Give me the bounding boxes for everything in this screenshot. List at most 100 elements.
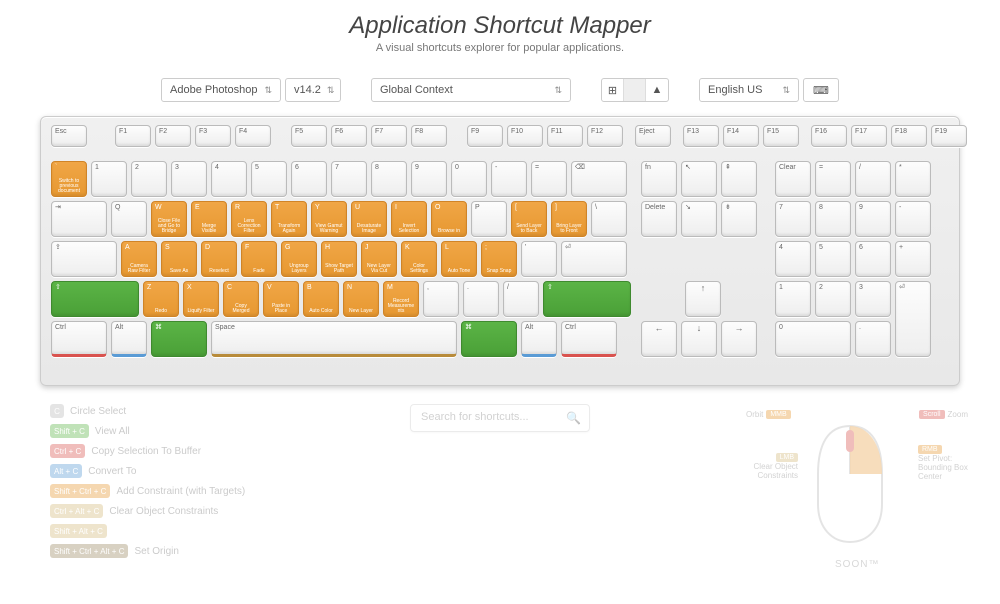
key-x[interactable]: XLiquify Filter	[183, 281, 219, 317]
os-linux[interactable]: ▲	[646, 79, 668, 101]
key-a[interactable]: ACamera Raw Filter	[121, 241, 157, 277]
key-f6[interactable]: F6	[331, 125, 367, 147]
key-f14[interactable]: F14	[723, 125, 759, 147]
key-num-1[interactable]: 1	[775, 281, 811, 317]
key-f9[interactable]: F9	[467, 125, 503, 147]
key-apostrophe[interactable]: '	[521, 241, 557, 277]
key-enter[interactable]: ⏎	[561, 241, 627, 277]
key-arrow-right[interactable]: →	[721, 321, 757, 357]
language-select[interactable]: English US ⇅	[699, 78, 799, 102]
key-num-clear[interactable]: Clear	[775, 161, 811, 197]
key-i[interactable]: IInvert Selection	[391, 201, 427, 237]
keyboard-layout-select[interactable]: ⌨	[803, 78, 839, 102]
key-r[interactable]: RLens Correction Filter	[231, 201, 267, 237]
key-f8[interactable]: F8	[411, 125, 447, 147]
key-period[interactable]: .	[463, 281, 499, 317]
key-8[interactable]: 8	[371, 161, 407, 197]
key-bracket-left[interactable]: [Send Layer to Back	[511, 201, 547, 237]
key-eject[interactable]: Eject	[635, 125, 671, 147]
key-v[interactable]: VPaste in Place	[263, 281, 299, 317]
key-arrow-down[interactable]: ↓	[681, 321, 717, 357]
key-t[interactable]: TTransform Again	[271, 201, 307, 237]
key-c[interactable]: CCopy Merged	[223, 281, 259, 317]
key-e[interactable]: EMerge Visible	[191, 201, 227, 237]
key-num-2[interactable]: 2	[815, 281, 851, 317]
key-f3[interactable]: F3	[195, 125, 231, 147]
key-shift-left[interactable]: ⇧	[51, 281, 139, 317]
key-home[interactable]: ↖	[681, 161, 717, 197]
key-f5[interactable]: F5	[291, 125, 327, 147]
key-cmd-right[interactable]: ⌘	[461, 321, 517, 357]
key-ctrl-left[interactable]: Ctrl	[51, 321, 107, 357]
key-num-3[interactable]: 3	[855, 281, 891, 317]
key-semicolon[interactable]: ;Snap Snap	[481, 241, 517, 277]
key-slash[interactable]: /	[503, 281, 539, 317]
key-arrow-left[interactable]: ←	[641, 321, 677, 357]
key-equals[interactable]: =	[531, 161, 567, 197]
key-f4[interactable]: F4	[235, 125, 271, 147]
key-s[interactable]: SSave As	[161, 241, 197, 277]
key-4[interactable]: 4	[211, 161, 247, 197]
key-num-plus[interactable]: +	[895, 241, 931, 277]
key-pageup[interactable]: ⇞	[721, 161, 757, 197]
key-num-minus[interactable]: -	[895, 201, 931, 237]
key-bracket-right[interactable]: ]Bring Layer to Front	[551, 201, 587, 237]
key-fn[interactable]: fn	[641, 161, 677, 197]
key-num-6[interactable]: 6	[855, 241, 891, 277]
key-end[interactable]: ↘	[681, 201, 717, 237]
key-o[interactable]: OBrowse in	[431, 201, 467, 237]
key-9[interactable]: 9	[411, 161, 447, 197]
key-f13[interactable]: F13	[683, 125, 719, 147]
app-select[interactable]: Adobe Photoshop ⇅	[161, 78, 281, 102]
key-backspace[interactable]: ⌫	[571, 161, 627, 197]
key-f7[interactable]: F7	[371, 125, 407, 147]
key-esc[interactable]: Esc	[51, 125, 87, 147]
key-num-9[interactable]: 9	[855, 201, 891, 237]
key-q[interactable]: Q	[111, 201, 147, 237]
key-num-7[interactable]: 7	[775, 201, 811, 237]
key-num-divide[interactable]: /	[855, 161, 891, 197]
key-y[interactable]: YView Gamut Warning	[311, 201, 347, 237]
key-g[interactable]: GUngroup Layers	[281, 241, 317, 277]
key-z[interactable]: ZRedo	[143, 281, 179, 317]
key-5[interactable]: 5	[251, 161, 287, 197]
key-num-equals[interactable]: =	[815, 161, 851, 197]
key-backtick[interactable]: ` Switch to previous document	[51, 161, 87, 197]
key-j[interactable]: JNew Layer Via Cut	[361, 241, 397, 277]
key-num-period[interactable]: .	[855, 321, 891, 357]
key-shift-right[interactable]: ⇧	[543, 281, 631, 317]
key-n[interactable]: NNew Layer	[343, 281, 379, 317]
key-d[interactable]: DReselect	[201, 241, 237, 277]
key-ctrl-right[interactable]: Ctrl	[561, 321, 617, 357]
key-f2[interactable]: F2	[155, 125, 191, 147]
key-f12[interactable]: F12	[587, 125, 623, 147]
key-w[interactable]: WClose File and Go to Bridge	[151, 201, 187, 237]
key-cmd-left[interactable]: ⌘	[151, 321, 207, 357]
key-space[interactable]: Space	[211, 321, 457, 357]
key-m[interactable]: MRecord Measurements	[383, 281, 419, 317]
key-minus[interactable]: -	[491, 161, 527, 197]
key-delete[interactable]: Delete	[641, 201, 677, 237]
key-alt-left[interactable]: Alt	[111, 321, 147, 357]
key-h[interactable]: HShow Target Path	[321, 241, 357, 277]
key-0[interactable]: 0	[451, 161, 487, 197]
key-arrow-up[interactable]: ↑	[685, 281, 721, 317]
key-f1[interactable]: F1	[115, 125, 151, 147]
os-mac[interactable]	[624, 79, 646, 101]
key-7[interactable]: 7	[331, 161, 367, 197]
key-backslash[interactable]: \	[591, 201, 627, 237]
key-f11[interactable]: F11	[547, 125, 583, 147]
key-f19[interactable]: F19	[931, 125, 967, 147]
key-u[interactable]: UDesaturate Image	[351, 201, 387, 237]
key-3[interactable]: 3	[171, 161, 207, 197]
key-pagedown[interactable]: ⇟	[721, 201, 757, 237]
key-capslock[interactable]: ⇪	[51, 241, 117, 277]
key-num-0[interactable]: 0	[775, 321, 851, 357]
key-f18[interactable]: F18	[891, 125, 927, 147]
key-f[interactable]: FFade	[241, 241, 277, 277]
key-f17[interactable]: F17	[851, 125, 887, 147]
key-comma[interactable]: ,	[423, 281, 459, 317]
key-num-5[interactable]: 5	[815, 241, 851, 277]
key-b[interactable]: BAuto Color	[303, 281, 339, 317]
os-windows[interactable]: ⊞	[602, 79, 624, 101]
